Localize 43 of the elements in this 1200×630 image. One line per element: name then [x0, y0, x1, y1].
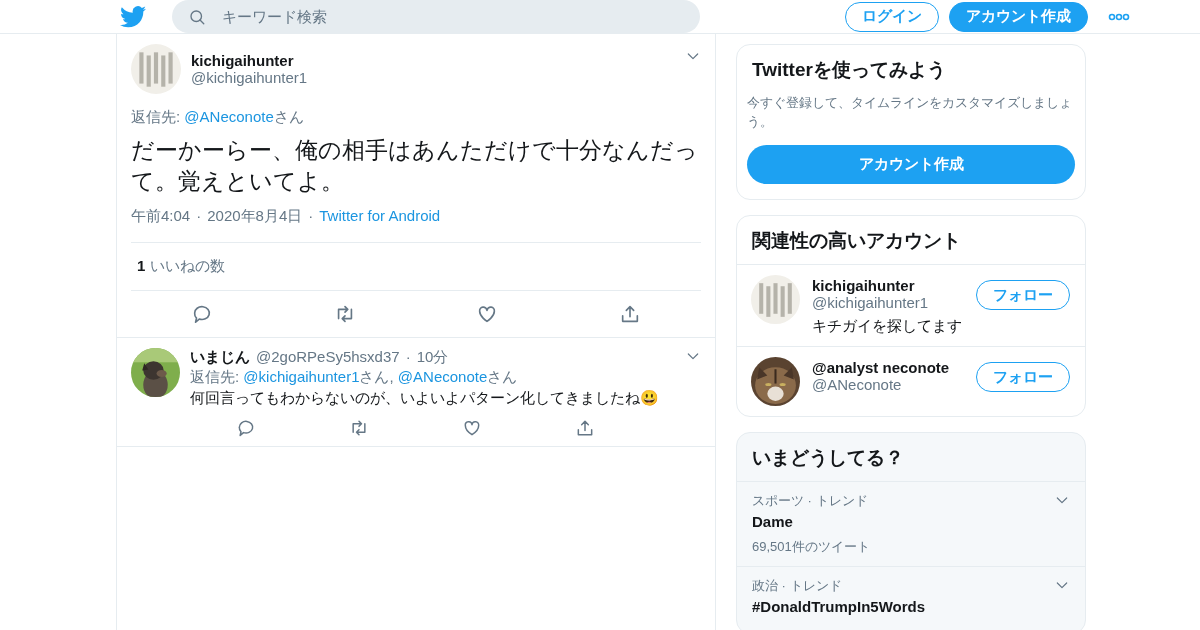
user-handle: @ANeconote	[812, 376, 903, 393]
signup-button[interactable]: アカウント作成	[747, 145, 1075, 184]
dot-separator: ·	[308, 207, 314, 226]
source-link[interactable]: Twitter for Android	[319, 207, 441, 226]
mention-link[interactable]: @ANeconote	[397, 368, 488, 385]
user-name: いまじん	[190, 348, 250, 367]
trend-context: スポーツ · トレンド	[752, 492, 869, 510]
card-title: いまどうしてる？	[751, 446, 905, 470]
user-name: @analyst neconote	[812, 359, 951, 376]
search-icon	[188, 8, 206, 26]
card-title: Twitterを使ってみよう	[751, 58, 947, 82]
follow-button[interactable]: フォロー	[976, 280, 1070, 310]
search-field[interactable]: キーワード検索	[172, 0, 700, 33]
card-text: 今すぐ登録して、タイムラインをカスタマイズしましょう。	[746, 94, 1073, 131]
more-button[interactable]	[1108, 12, 1130, 21]
likes-count[interactable]: 1 いいねの数	[131, 243, 701, 290]
trend-name[interactable]: #DonaldTrumpIn5Words	[752, 598, 1054, 615]
tweet-time: 午前4:04	[131, 207, 191, 226]
follow-button[interactable]: フォロー	[976, 362, 1070, 392]
trend-context: 政治 · トレンド	[752, 577, 843, 595]
signup-button[interactable]: アカウント作成	[949, 1, 1088, 32]
more-icon	[1108, 12, 1130, 21]
user-name: kichigaihunter	[191, 52, 295, 69]
mention-link[interactable]: @kichigaihunter1	[243, 368, 360, 385]
tweet-text: だーかーらー、俺の相手はあんただけで十分なんだって。覚えといてよ。	[131, 136, 699, 196]
mention-link[interactable]: @ANeconote	[184, 108, 274, 125]
user-name: kichigaihunter	[812, 277, 916, 294]
tweet-time: 10分	[416, 348, 449, 367]
dot-separator: ·	[196, 207, 202, 226]
card-title: 関連性の高いアカウント	[751, 229, 962, 253]
bird-logo[interactable]	[120, 5, 146, 28]
user-bio: キチガイを探してます	[812, 317, 963, 336]
trend-name[interactable]: Dame	[752, 513, 1054, 530]
reply-to-text: 返信先: @ANeconoteさん	[131, 108, 305, 127]
tweet-date: 2020年8月4日	[207, 207, 303, 226]
tweet-count: 69,501件のツイート	[752, 538, 871, 556]
login-button[interactable]: ログイン	[845, 1, 939, 32]
reply-text: 何回言ってもわからないのが、いよいよパターン化してきましたね😃	[190, 389, 660, 408]
reply-to-text: 返信先: @kichigaihunter1さん, @ANeconoteさん	[190, 368, 519, 387]
user-handle: @kichigaihunter1	[191, 69, 309, 86]
user-handle: @2goRPeSy5hsxd37	[256, 348, 400, 367]
dot-separator: ·	[405, 348, 411, 367]
user-handle: @kichigaihunter1	[812, 294, 930, 311]
